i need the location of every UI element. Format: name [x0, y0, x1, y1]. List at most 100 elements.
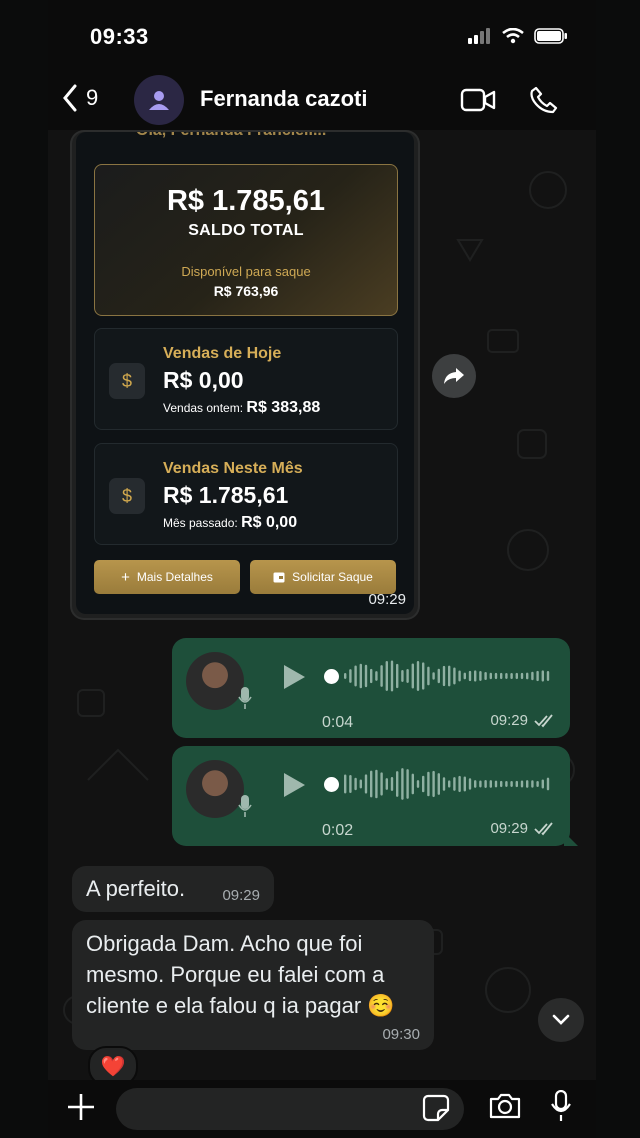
waveform-bar: [380, 772, 383, 796]
waveform-bar: [375, 769, 378, 799]
waveform-bar: [515, 672, 518, 680]
waveform-bar: [422, 662, 425, 690]
battery-icon: [534, 28, 567, 44]
waveform-bar: [401, 768, 404, 800]
waveform-bar: [500, 672, 503, 680]
waveform-bar: [505, 780, 508, 788]
waveform-bar: [385, 778, 388, 790]
withdraw-button: Solicitar Saque: [250, 560, 396, 594]
sales-month-card: $ Vendas Neste Mês R$ 1.785,61 Mês passa…: [94, 443, 398, 545]
waveform-bar: [390, 660, 394, 692]
waveform-bar: [411, 773, 414, 795]
sales-today-card: $ Vendas de Hoje R$ 0,00 Vendas ontem: R…: [94, 328, 398, 430]
play-icon[interactable]: [282, 664, 306, 690]
voice-time-row: 09:29: [490, 712, 556, 729]
waveform-bar: [370, 668, 373, 684]
voice-message[interactable]: 0:04 09:29: [172, 638, 570, 738]
back-button[interactable]: 9: [62, 84, 98, 112]
contact-avatar[interactable]: [134, 75, 184, 125]
waveform-bar: [375, 671, 378, 681]
waveform-bar: [432, 672, 435, 680]
message-time: 09:30: [382, 1026, 420, 1043]
waveform-bar: [536, 780, 539, 788]
voice-duration: 0:04: [322, 714, 354, 731]
waveform-bar: [380, 665, 383, 687]
playback-scrubber[interactable]: [324, 669, 339, 684]
person-icon: [149, 91, 169, 110]
sales-last-month-label: Mês passado:: [163, 516, 238, 530]
video-call-icon[interactable]: [460, 88, 496, 112]
available-amount: R$ 763,96: [213, 283, 279, 299]
waveform-bar: [453, 777, 456, 791]
waveform-bar: [437, 668, 440, 684]
status-bar: 09:33: [48, 0, 596, 70]
waveform-bar: [370, 770, 373, 798]
sales-today-value: R$ 0,00: [163, 367, 244, 393]
sticker-icon[interactable]: [422, 1094, 450, 1122]
play-icon[interactable]: [282, 772, 306, 798]
waveform-bar: [510, 672, 513, 680]
waveform-bar: [458, 775, 461, 793]
incoming-message[interactable]: A perfeito. 09:29: [72, 866, 274, 912]
withdraw-button-label: Solicitar Saque: [292, 570, 373, 584]
contact-name[interactable]: Fernanda cazoti: [200, 86, 367, 112]
wallet-icon: [273, 572, 285, 582]
incoming-message[interactable]: Obrigada Dam. Acho que foi mesmo. Porque…: [72, 920, 434, 1050]
waveform[interactable]: [344, 766, 554, 802]
double-check-icon: [534, 713, 553, 727]
image-message[interactable]: Olá, Fernanda Francieli... R$ 1.785,61 S…: [72, 132, 418, 618]
sales-month-value: R$ 1.785,61: [163, 482, 289, 508]
waveform-bar: [396, 771, 399, 797]
waveform-bar: [344, 673, 347, 679]
waveform-bar: [349, 774, 352, 794]
waveform-bar: [359, 779, 362, 789]
waveform-bar: [416, 780, 420, 788]
plus-icon: +: [121, 568, 130, 586]
forward-button[interactable]: [432, 354, 476, 398]
sales-last-month-value: R$ 0,00: [241, 514, 298, 531]
phone-icon[interactable]: [530, 86, 558, 114]
waveform-bar: [468, 670, 472, 682]
waveform-bar: [541, 779, 544, 789]
message-input[interactable]: [116, 1088, 464, 1130]
sales-month-title: Vendas Neste Mês: [163, 460, 303, 477]
signal-icon: [468, 28, 490, 44]
scroll-down-button[interactable]: [538, 998, 584, 1042]
camera-icon[interactable]: [488, 1092, 522, 1120]
waveform-bar: [489, 672, 492, 680]
sender-avatar: [186, 652, 244, 710]
waveform-bar: [406, 669, 409, 683]
plus-icon[interactable]: [66, 1092, 96, 1122]
waveform-bar: [416, 661, 420, 691]
waveform-bar: [427, 666, 430, 686]
waveform-bar: [489, 780, 492, 788]
forward-icon: [444, 368, 464, 384]
saldo-card: R$ 1.785,61 SALDO TOTAL Disponível para …: [94, 164, 398, 316]
waveform[interactable]: [344, 658, 554, 694]
microphone-icon[interactable]: [550, 1090, 572, 1122]
waveform-bar: [536, 670, 539, 682]
waveform-bar: [494, 780, 498, 788]
message-time: 09:29: [222, 887, 260, 904]
waveform-bar: [401, 670, 404, 682]
voice-message[interactable]: 0:02 09:29: [172, 746, 578, 846]
waveform-bar: [484, 671, 487, 681]
dollar-icon: $: [109, 363, 145, 399]
waveform-bar: [479, 780, 482, 788]
voice-duration: 0:02: [322, 822, 354, 839]
saldo-amount: R$ 1.785,61: [166, 185, 325, 217]
waveform-bar: [427, 771, 430, 797]
unread-count: 9: [86, 85, 99, 110]
waveform-bar: [432, 770, 435, 798]
waveform-bar: [468, 778, 472, 790]
waveform-bar: [354, 665, 357, 687]
playback-scrubber[interactable]: [324, 777, 339, 792]
waveform-bar: [505, 672, 508, 680]
composer-bar: [48, 1080, 596, 1138]
waveform-bar: [448, 780, 451, 788]
waveform-bar: [463, 672, 466, 680]
waveform-bar: [442, 665, 446, 687]
waveform-bar: [526, 672, 529, 680]
waveform-bar: [354, 777, 357, 791]
waveform-bar: [546, 671, 550, 681]
